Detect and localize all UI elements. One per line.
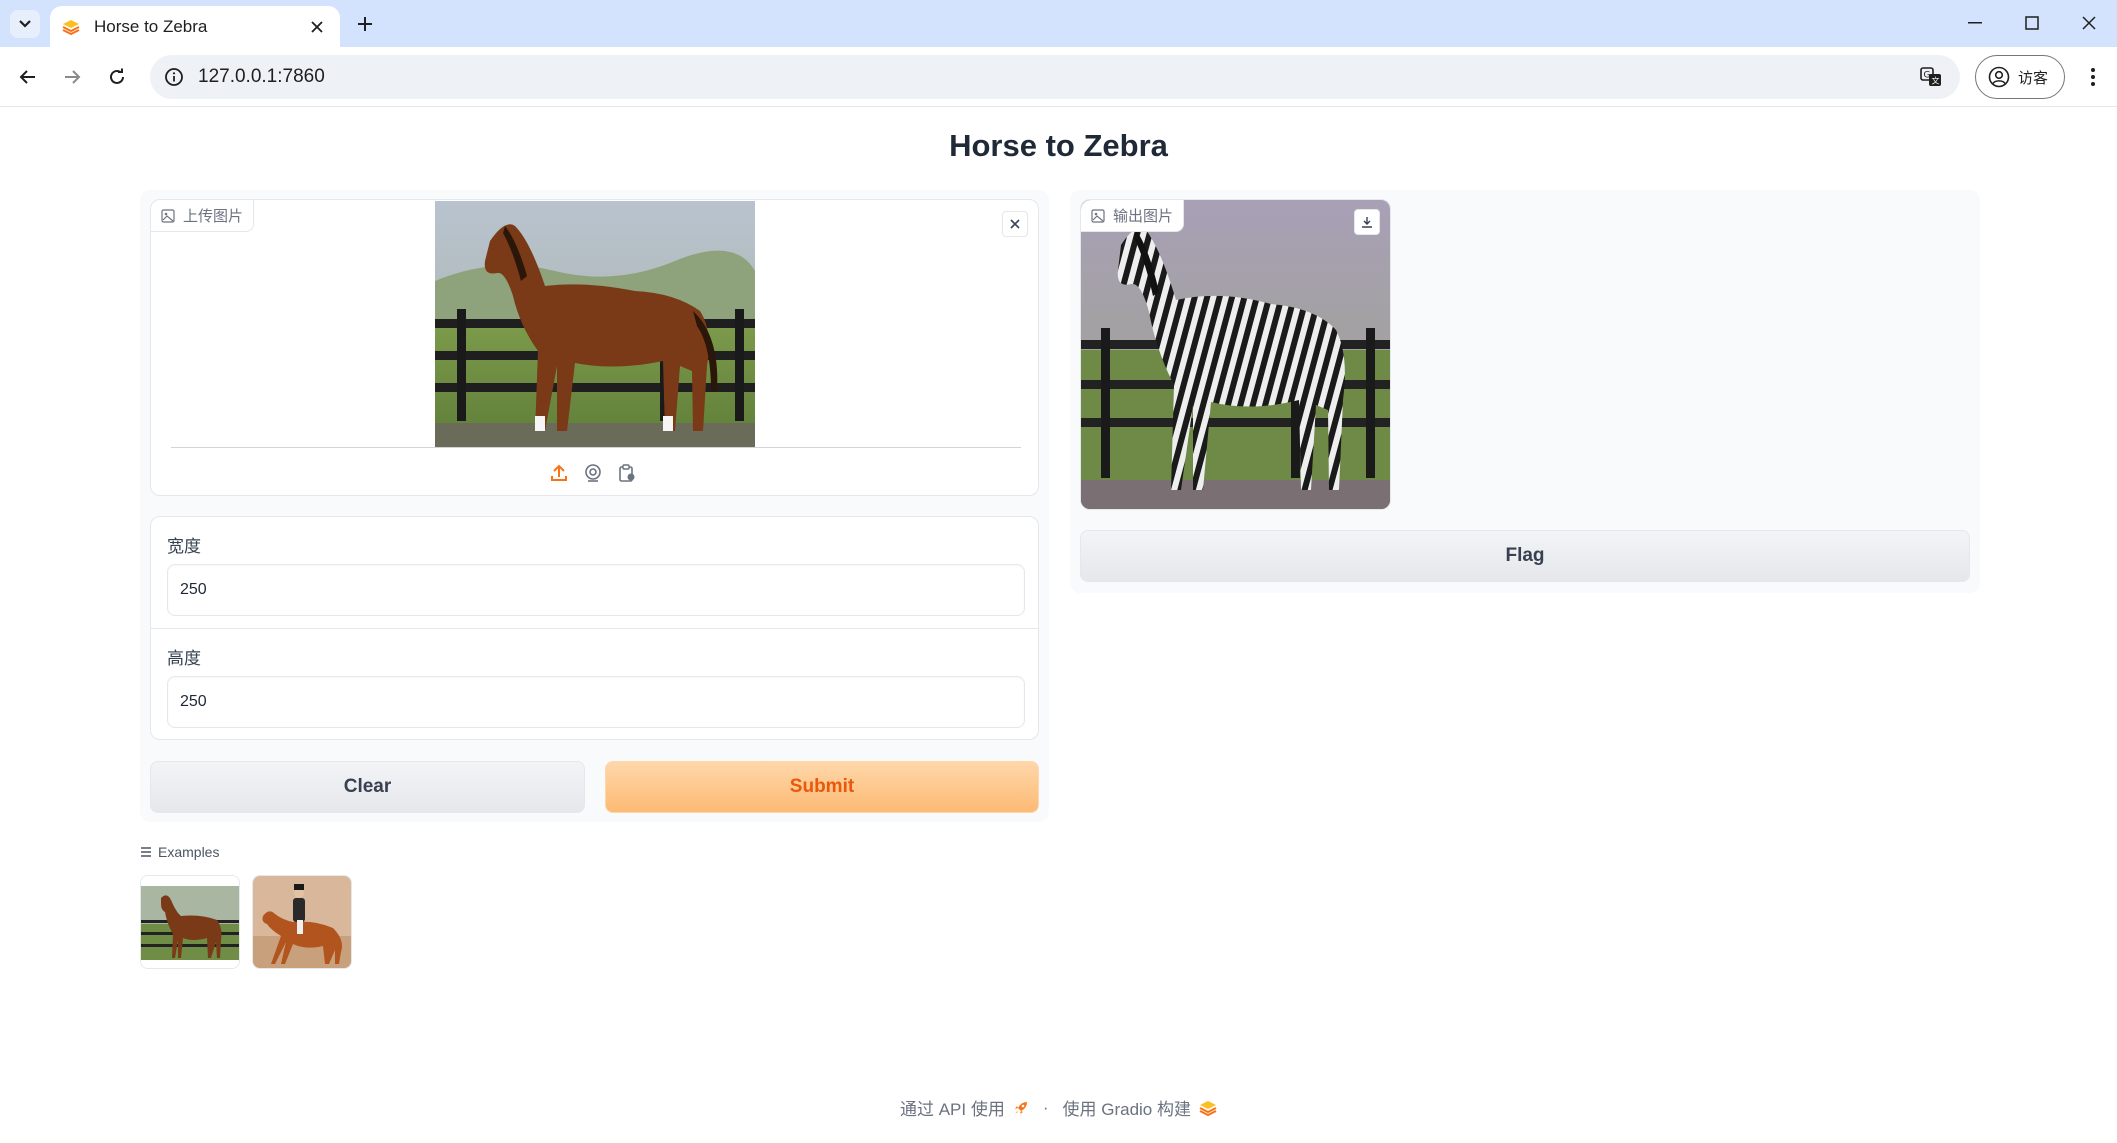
example-horse-image — [141, 876, 239, 968]
height-input[interactable] — [167, 676, 1025, 728]
arrow-left-icon — [19, 70, 35, 84]
field-divider — [151, 628, 1038, 629]
height-label: 高度 — [167, 649, 201, 668]
output-panel: 输出图片 Flag — [1070, 190, 1980, 593]
reload-button[interactable] — [101, 61, 133, 93]
translate-icon[interactable]: G文 — [1916, 62, 1946, 92]
example-rider-image — [253, 876, 351, 968]
examples-header: Examples — [140, 844, 219, 860]
uploaded-horse-image — [435, 201, 755, 447]
tab-title: Horse to Zebra — [94, 16, 208, 36]
new-tab-button[interactable] — [350, 9, 380, 39]
more-vertical-icon — [2091, 68, 2095, 86]
image-source-toolbar — [549, 463, 637, 483]
browser-tab-strip: Horse to Zebra — [0, 0, 2117, 47]
browser-tab[interactable]: Horse to Zebra — [50, 6, 340, 47]
download-button[interactable] — [1354, 209, 1380, 235]
plus-icon — [358, 17, 372, 31]
input-image-label-text: 上传图片 — [183, 208, 244, 225]
image-divider — [171, 447, 1021, 448]
tab-close-button[interactable] — [306, 16, 328, 38]
close-icon — [2082, 16, 2096, 30]
tab-search-button[interactable] — [10, 10, 40, 38]
list-icon — [141, 847, 151, 857]
profile-label: 访客 — [2018, 69, 2049, 87]
page-title: Horse to Zebra — [949, 128, 1168, 163]
width-label: 宽度 — [167, 537, 201, 556]
dimension-fields-block: 宽度 高度 — [150, 516, 1039, 740]
footer-separator: · — [1042, 1097, 1049, 1117]
account-icon — [1988, 66, 2010, 88]
minimize-icon — [1968, 22, 1982, 24]
window-close-button[interactable] — [2069, 8, 2109, 38]
clipboard-icon[interactable] — [617, 463, 637, 483]
webcam-icon[interactable] — [583, 463, 603, 483]
chevron-down-icon — [19, 20, 31, 28]
url-text[interactable]: 127.0.0.1:7860 — [198, 66, 1916, 88]
close-icon — [311, 20, 323, 33]
clear-button[interactable]: Clear — [150, 761, 585, 813]
image-icon — [161, 208, 175, 223]
forward-button[interactable] — [56, 61, 88, 93]
maximize-icon — [2025, 16, 2039, 30]
gradio-favicon-icon — [62, 19, 80, 35]
example-thumbnail-1[interactable] — [140, 875, 240, 969]
back-button[interactable] — [12, 61, 44, 93]
input-image-block: 上传图片 — [150, 199, 1039, 496]
output-image-block: 输出图片 — [1080, 199, 1391, 510]
profile-button[interactable]: 访客 — [1975, 55, 2065, 99]
api-link[interactable]: 通过 API 使用 — [900, 1095, 1005, 1120]
image-icon — [1091, 208, 1105, 223]
gradio-link[interactable]: 使用 Gradio 构建 — [1063, 1095, 1191, 1120]
maximize-button[interactable] — [2012, 8, 2052, 38]
flag-button[interactable]: Flag — [1080, 530, 1970, 582]
reload-icon — [110, 68, 124, 84]
browser-toolbar: 127.0.0.1:7860 G文 访客 — [0, 47, 2117, 107]
width-input[interactable] — [167, 564, 1025, 616]
input-image-label: 上传图片 — [151, 200, 255, 232]
svg-text:文: 文 — [1932, 76, 1940, 86]
examples-label: Examples — [158, 844, 220, 860]
close-icon — [1010, 219, 1020, 229]
output-zebra-image — [1081, 200, 1390, 509]
gradio-logo-icon — [1199, 1100, 1217, 1116]
site-info-icon[interactable] — [162, 65, 186, 89]
output-image-label: 输出图片 — [1081, 200, 1185, 232]
minimize-button[interactable] — [1955, 8, 1995, 38]
address-bar[interactable]: 127.0.0.1:7860 G文 — [150, 55, 1960, 99]
footer: 通过 API 使用 · 使用 Gradio 构建 — [0, 1095, 2117, 1120]
arrow-right-icon — [65, 70, 81, 84]
submit-button[interactable]: Submit — [605, 761, 1039, 813]
output-image-label-text: 输出图片 — [1113, 208, 1174, 225]
browser-menu-button[interactable] — [2078, 61, 2108, 93]
rocket-icon — [1014, 1101, 1027, 1114]
remove-image-button[interactable] — [1002, 211, 1028, 237]
example-thumbnail-2[interactable] — [252, 875, 352, 969]
input-panel: 上传图片 宽度 250 高度 250 Clear Submit — [140, 190, 1049, 822]
upload-icon[interactable] — [549, 463, 569, 483]
download-icon — [1362, 217, 1372, 228]
